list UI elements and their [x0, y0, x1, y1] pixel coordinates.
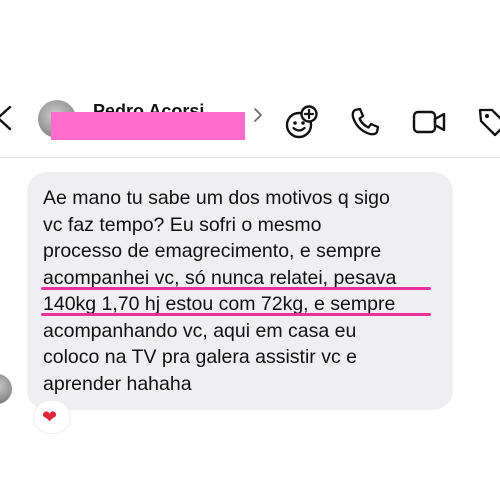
- message-line: aprender hahaha: [43, 372, 192, 395]
- message-line: processo de emagrecimento, e sempre: [43, 240, 382, 262]
- message-line: vc faz tempo? Eu sofri o mesmo: [43, 213, 322, 236]
- add-effects-icon[interactable]: [283, 105, 319, 141]
- back-arrow-icon[interactable]: [0, 105, 16, 131]
- highlight-underline: [41, 313, 431, 316]
- message-line: Ae mano tu sabe um dos motivos q sigo: [43, 187, 390, 209]
- highlight-underline: [41, 287, 431, 290]
- message-text: Ae mano tu sabe um dos motivos q sigo vc…: [43, 185, 396, 397]
- header-divider: [0, 157, 500, 158]
- tag-icon[interactable]: [476, 105, 500, 139]
- redaction-block: [51, 112, 245, 140]
- message-line: coloco na TV pra galera assistir vc e: [43, 346, 357, 368]
- sender-avatar[interactable]: [0, 374, 12, 404]
- video-icon[interactable]: [411, 105, 447, 139]
- reaction-badge[interactable]: ❤: [34, 401, 70, 433]
- message-line: acompanhando vc, aqui em casa eu: [43, 319, 357, 342]
- phone-icon[interactable]: [348, 105, 382, 139]
- heart-reaction-icon: ❤: [42, 407, 58, 427]
- chevron-right-icon[interactable]: [253, 108, 263, 122]
